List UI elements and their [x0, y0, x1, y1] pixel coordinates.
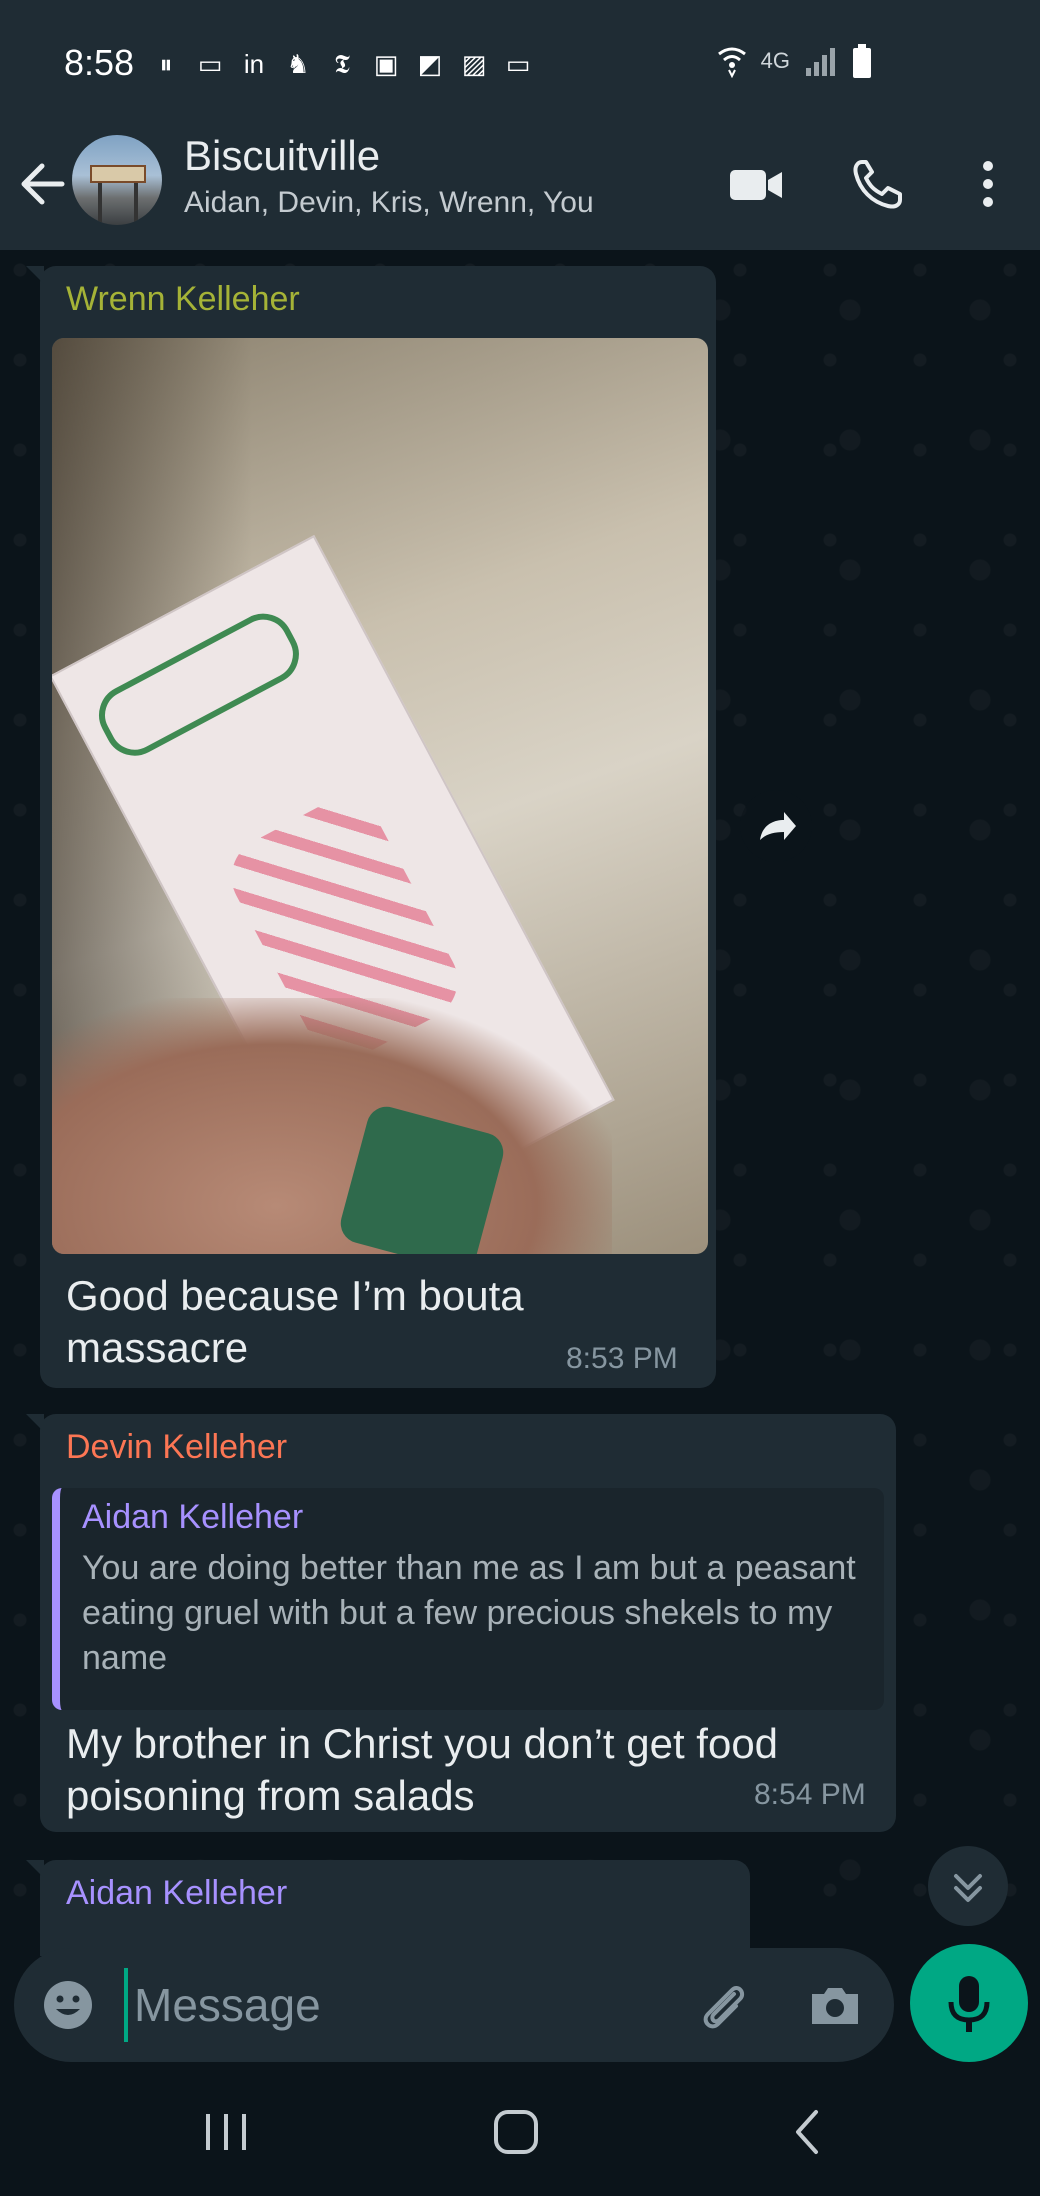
laptop-icon: ▭ [505, 49, 531, 79]
microphone-icon [948, 1976, 990, 2032]
photo-hand [52, 998, 612, 1254]
system-icons: 4G [717, 44, 872, 78]
double-chevron-down-icon [954, 1874, 982, 1902]
pause-icon: ⏸ [159, 49, 173, 79]
voice-call-icon[interactable] [850, 156, 906, 212]
message-sender[interactable]: Wrenn Kelleher [66, 280, 300, 319]
bubble-tail [26, 1414, 44, 1432]
camera-icon[interactable] [806, 1976, 864, 2034]
message-bubble[interactable]: Wrenn Kelleher Good because I’m bouta ma… [26, 266, 716, 1388]
recent-apps-icon[interactable] [196, 2102, 256, 2162]
message-text: My brother in Christ you don’t get food … [66, 1720, 779, 1819]
message-time: 8:54 PM [754, 1778, 866, 1811]
bubble-tail [26, 266, 44, 284]
bubble-tail [26, 1860, 44, 1878]
quoted-text: You are doing better than me as I am but… [82, 1549, 856, 1677]
video-call-icon[interactable] [728, 156, 784, 212]
notification-icons: ⏸ ▭ in ♞ 𝕿 ▣ ◩ ▨ ▭ [150, 48, 534, 80]
quoted-sender: Aidan Kelleher [82, 1498, 304, 1536]
message-sender[interactable]: Aidan Kelleher [66, 1874, 287, 1913]
attachment-icon[interactable] [694, 1976, 752, 2034]
linkedin-icon: in [243, 49, 265, 79]
nytimes-icon: 𝕿 [334, 49, 350, 79]
app-icon: ▣ [373, 49, 399, 79]
message-bubble[interactable]: Devin Kelleher Aidan Kelleher You are do… [26, 1414, 896, 1832]
chat-area[interactable]: Wrenn Kelleher Good because I’m bouta ma… [0, 250, 1040, 1956]
home-icon[interactable] [486, 2102, 546, 2162]
gallery-icon: ▨ [461, 49, 487, 79]
chat-title[interactable]: Biscuitville [184, 132, 380, 180]
avatar-pole [98, 183, 102, 223]
chat-header: Biscuitville Aidan, Devin, Kris, Wrenn, … [0, 118, 1040, 250]
network-type: 4G [760, 48, 790, 73]
emoji-icon[interactable] [40, 1977, 96, 2033]
back-arrow-icon[interactable] [18, 156, 68, 212]
message-sender[interactable]: Devin Kelleher [66, 1428, 287, 1467]
message-input[interactable] [124, 1968, 684, 2042]
wifi-icon [717, 47, 746, 78]
status-time: 8:58 [64, 42, 135, 83]
voice-message-button[interactable] [910, 1944, 1028, 2062]
cast-icon: ▭ [197, 49, 223, 79]
message-text: Good because I’m bouta massacre [66, 1272, 524, 1371]
group-avatar[interactable] [72, 135, 162, 225]
avatar-sign-image [90, 165, 146, 183]
quoted-message[interactable]: Aidan Kelleher You are doing better than… [52, 1488, 884, 1710]
message-composer [14, 1948, 894, 2062]
avatar-pole [134, 183, 138, 223]
signal-icon [806, 48, 835, 76]
battery-icon [853, 44, 871, 78]
scroll-to-bottom-button[interactable] [928, 1846, 1008, 1926]
status-bar: 8:58 ⏸ ▭ in ♞ 𝕿 ▣ ◩ ▨ ▭ 4G [0, 0, 1040, 118]
forward-button[interactable] [740, 790, 812, 862]
more-options-icon[interactable] [960, 156, 1016, 212]
system-navigation-bar [0, 2066, 1040, 2196]
message-bubble[interactable]: Aidan Kelleher [26, 1860, 750, 1956]
message-time: 8:53 PM [566, 1342, 678, 1375]
app-icon-2: ◩ [417, 49, 443, 79]
forward-icon [760, 812, 796, 840]
robinhood-icon: ♞ [286, 49, 310, 79]
message-photo[interactable] [52, 338, 708, 1254]
chat-participants[interactable]: Aidan, Devin, Kris, Wrenn, You [184, 186, 594, 220]
nav-back-icon[interactable] [778, 2102, 838, 2162]
